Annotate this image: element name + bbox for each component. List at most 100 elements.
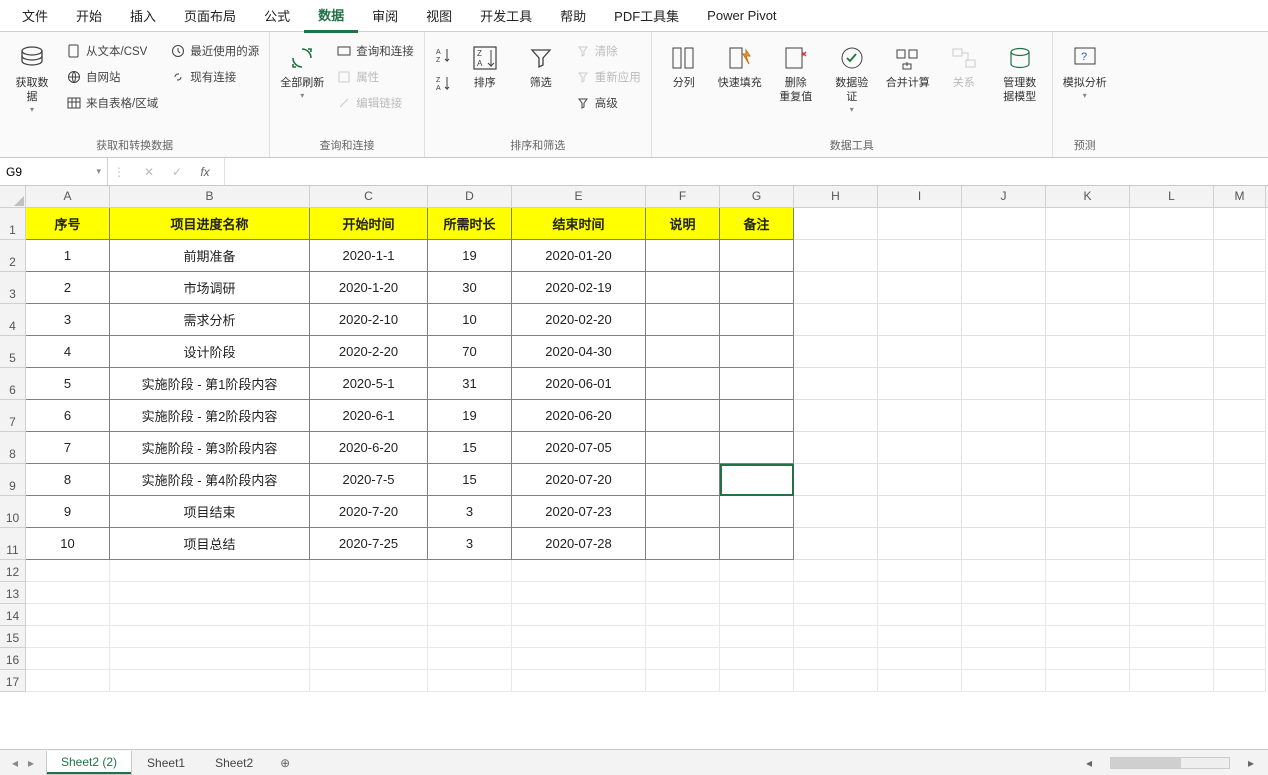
cell-L17[interactable] [1130, 670, 1214, 692]
menu-页面布局[interactable]: 页面布局 [170, 0, 250, 31]
cell-A9[interactable]: 8 [26, 464, 110, 496]
cell-A16[interactable] [26, 648, 110, 670]
cell-K7[interactable] [1046, 400, 1130, 432]
name-box-input[interactable] [6, 165, 86, 179]
cell-F12[interactable] [646, 560, 720, 582]
menu-数据[interactable]: 数据 [304, 0, 358, 33]
cell-F4[interactable] [646, 304, 720, 336]
cell-E14[interactable] [512, 604, 646, 626]
cell-B8[interactable]: 实施阶段 - 第3阶段内容 [110, 432, 310, 464]
cell-L7[interactable] [1130, 400, 1214, 432]
cell-G8[interactable] [720, 432, 794, 464]
row-header-11[interactable]: 11 [0, 528, 26, 560]
cell-F3[interactable] [646, 272, 720, 304]
sheet-tab-Sheet2 (2)[interactable]: Sheet2 (2) [46, 751, 132, 775]
row-header-2[interactable]: 2 [0, 240, 26, 272]
cell-G1[interactable]: 备注 [720, 208, 794, 240]
cell-C2[interactable]: 2020-1-1 [310, 240, 428, 272]
cell-F6[interactable] [646, 368, 720, 400]
cell-L10[interactable] [1130, 496, 1214, 528]
cell-D13[interactable] [428, 582, 512, 604]
cell-L1[interactable] [1130, 208, 1214, 240]
cell-L4[interactable] [1130, 304, 1214, 336]
cell-H10[interactable] [794, 496, 878, 528]
cell-I3[interactable] [878, 272, 962, 304]
cell-M4[interactable] [1214, 304, 1266, 336]
cell-H4[interactable] [794, 304, 878, 336]
menu-开始[interactable]: 开始 [62, 0, 116, 31]
cell-H3[interactable] [794, 272, 878, 304]
add-sheet-button[interactable]: ⊕ [274, 752, 296, 774]
row-header-16[interactable]: 16 [0, 648, 26, 670]
cell-D2[interactable]: 19 [428, 240, 512, 272]
cell-G15[interactable] [720, 626, 794, 648]
row-header-13[interactable]: 13 [0, 582, 26, 604]
cell-E13[interactable] [512, 582, 646, 604]
cell-F7[interactable] [646, 400, 720, 432]
cell-G4[interactable] [720, 304, 794, 336]
cell-M12[interactable] [1214, 560, 1266, 582]
row-header-4[interactable]: 4 [0, 304, 26, 336]
cell-H2[interactable] [794, 240, 878, 272]
cell-K17[interactable] [1046, 670, 1130, 692]
menu-开发工具[interactable]: 开发工具 [466, 0, 546, 31]
col-header-G[interactable]: G [720, 186, 794, 207]
cell-M17[interactable] [1214, 670, 1266, 692]
cell-M6[interactable] [1214, 368, 1266, 400]
cell-J5[interactable] [962, 336, 1046, 368]
cell-L12[interactable] [1130, 560, 1214, 582]
cell-J17[interactable] [962, 670, 1046, 692]
tab-nav-prev[interactable]: ◂ [8, 756, 22, 770]
row-header-12[interactable]: 12 [0, 560, 26, 582]
cell-B6[interactable]: 实施阶段 - 第1阶段内容 [110, 368, 310, 400]
cell-K9[interactable] [1046, 464, 1130, 496]
cell-C14[interactable] [310, 604, 428, 626]
cell-J1[interactable] [962, 208, 1046, 240]
menu-插入[interactable]: 插入 [116, 0, 170, 31]
cell-C11[interactable]: 2020-7-25 [310, 528, 428, 560]
cell-M7[interactable] [1214, 400, 1266, 432]
cell-C13[interactable] [310, 582, 428, 604]
from-web-button[interactable]: 自网站 [62, 66, 162, 88]
cell-I9[interactable] [878, 464, 962, 496]
cell-G12[interactable] [720, 560, 794, 582]
select-all-corner[interactable] [0, 186, 26, 207]
menu-Power Pivot[interactable]: Power Pivot [693, 2, 790, 29]
cell-F9[interactable] [646, 464, 720, 496]
cell-F13[interactable] [646, 582, 720, 604]
row-header-7[interactable]: 7 [0, 400, 26, 432]
existing-connections-button[interactable]: 现有连接 [166, 66, 263, 88]
cell-K14[interactable] [1046, 604, 1130, 626]
sheet-tab-Sheet2[interactable]: Sheet2 [200, 751, 268, 775]
cell-G2[interactable] [720, 240, 794, 272]
cell-B12[interactable] [110, 560, 310, 582]
cell-K8[interactable] [1046, 432, 1130, 464]
formula-input[interactable] [231, 165, 1262, 179]
cell-L8[interactable] [1130, 432, 1214, 464]
cell-F8[interactable] [646, 432, 720, 464]
cell-D4[interactable]: 10 [428, 304, 512, 336]
menu-审阅[interactable]: 审阅 [358, 0, 412, 31]
cell-I1[interactable] [878, 208, 962, 240]
cell-H15[interactable] [794, 626, 878, 648]
fx-icon[interactable]: fx [196, 165, 214, 179]
cell-L16[interactable] [1130, 648, 1214, 670]
cell-L3[interactable] [1130, 272, 1214, 304]
formula-input-wrap[interactable] [224, 158, 1268, 185]
cell-B13[interactable] [110, 582, 310, 604]
cell-B3[interactable]: 市场调研 [110, 272, 310, 304]
name-box[interactable]: ▾ [0, 158, 108, 185]
cell-J15[interactable] [962, 626, 1046, 648]
cell-A14[interactable] [26, 604, 110, 626]
cell-C9[interactable]: 2020-7-5 [310, 464, 428, 496]
from-text-csv-button[interactable]: 从文本/CSV [62, 40, 162, 62]
col-header-L[interactable]: L [1130, 186, 1214, 207]
cell-A4[interactable]: 3 [26, 304, 110, 336]
scroll-right-icon[interactable]: ▸ [1244, 756, 1258, 770]
row-header-8[interactable]: 8 [0, 432, 26, 464]
col-header-B[interactable]: B [110, 186, 310, 207]
cell-C4[interactable]: 2020-2-10 [310, 304, 428, 336]
cell-F15[interactable] [646, 626, 720, 648]
cell-H5[interactable] [794, 336, 878, 368]
cell-M5[interactable] [1214, 336, 1266, 368]
